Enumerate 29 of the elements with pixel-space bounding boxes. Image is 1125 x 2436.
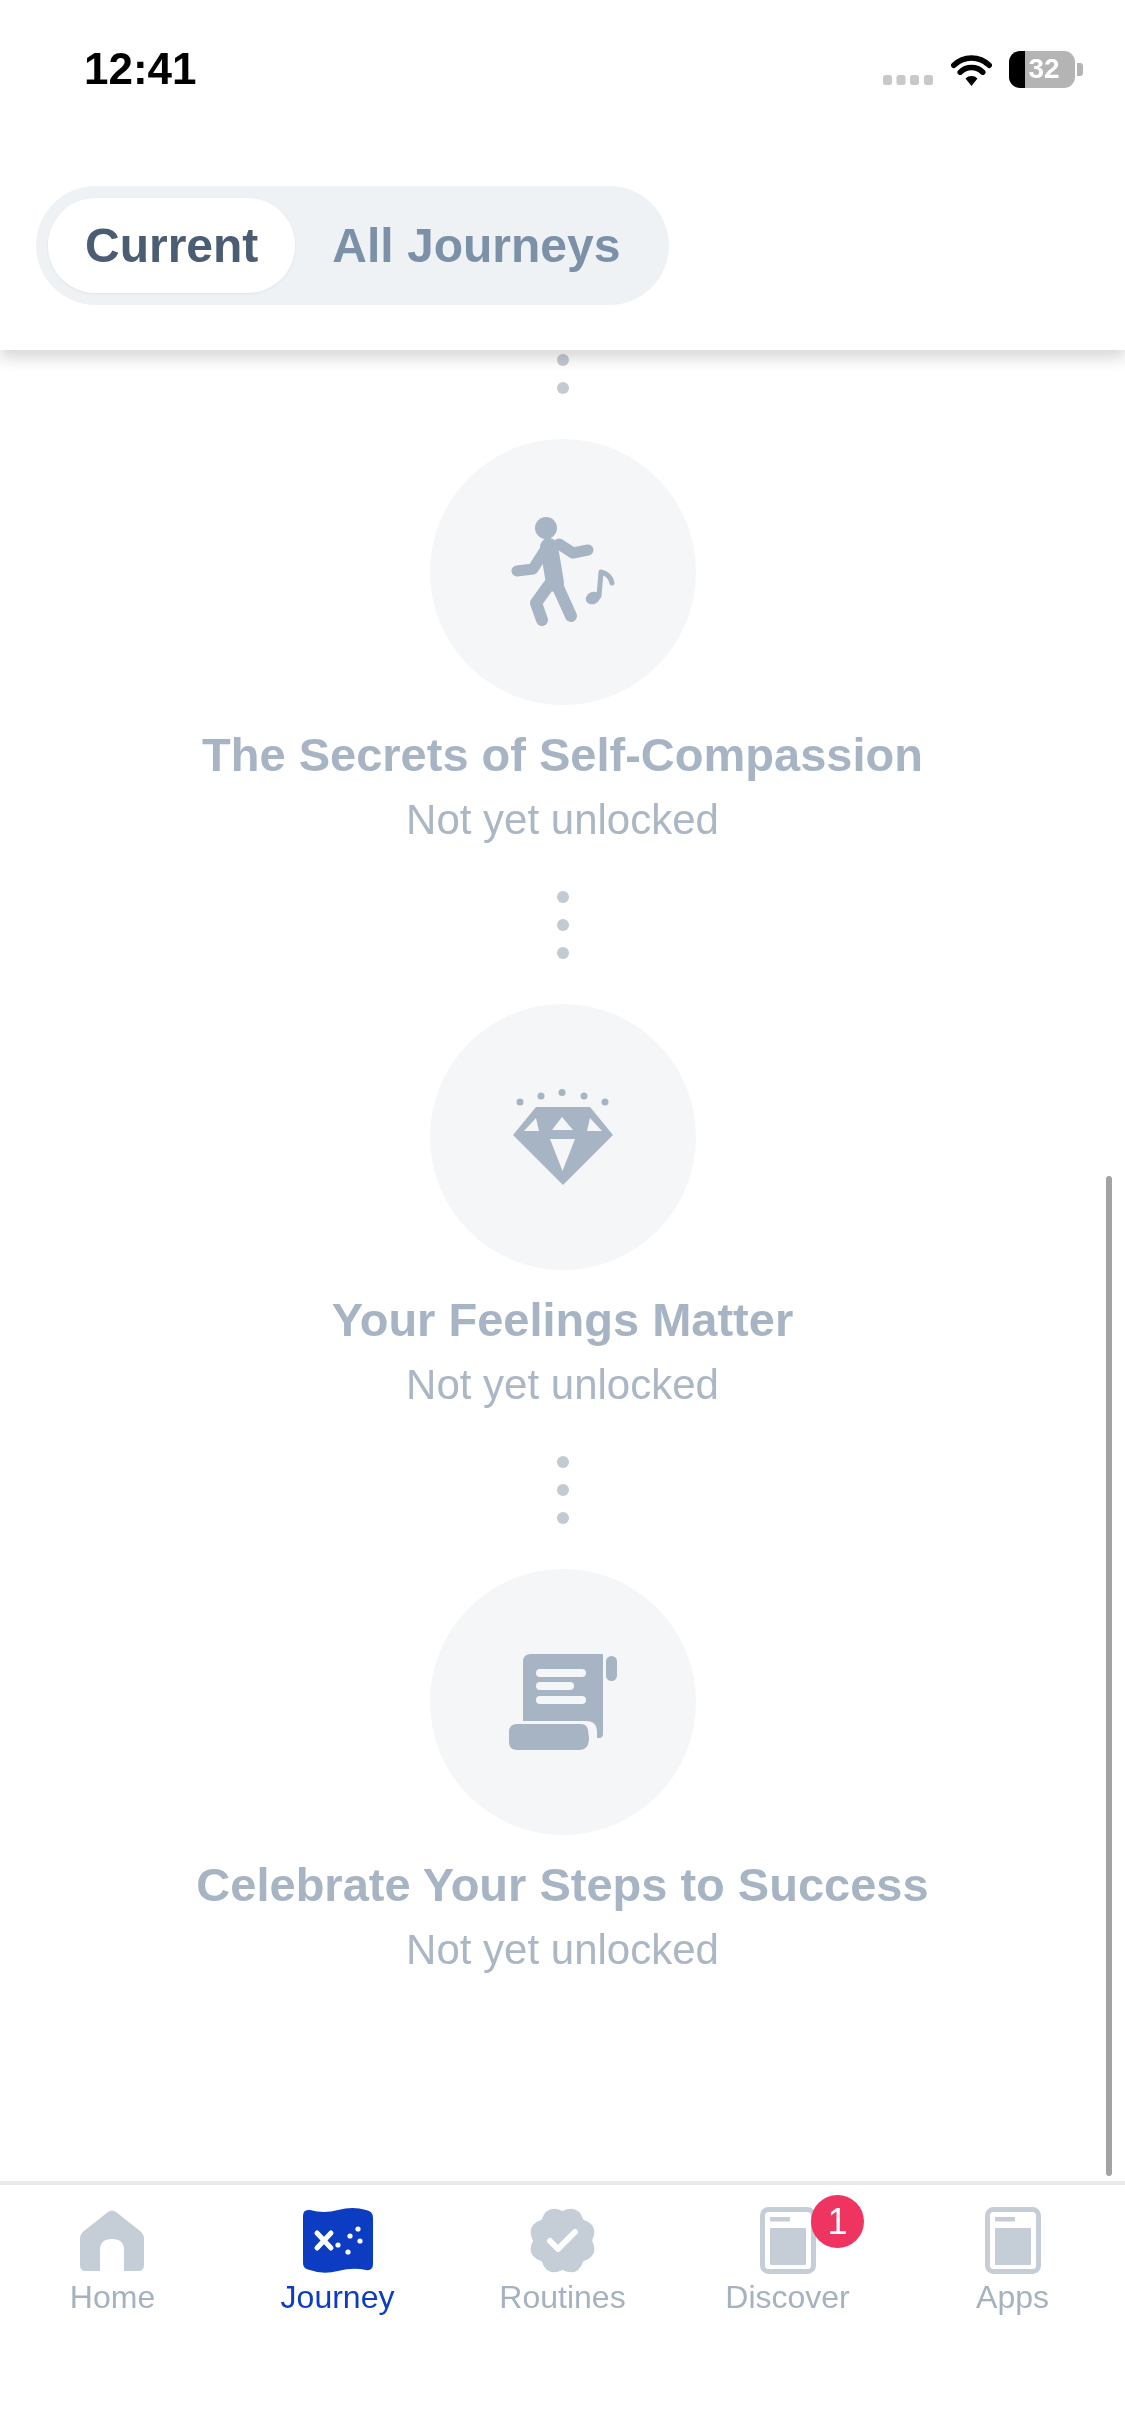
app-window-icon <box>984 2206 1041 2274</box>
dotted-connector <box>556 1456 569 1524</box>
battery-cap-icon <box>1077 62 1083 76</box>
battery-indicator: 32 <box>1009 50 1075 88</box>
tab-bar-item[interactable]: Home <box>63 2205 162 2317</box>
tab-bar-item[interactable]: Apps <box>970 2205 1055 2317</box>
signal-icon <box>883 75 933 85</box>
app-window-icon <box>759 2206 816 2274</box>
home-icon <box>80 2209 145 2271</box>
step-title: Celebrate Your Steps to Success <box>196 1857 929 1913</box>
step-status: Not yet unlocked <box>406 795 719 845</box>
map-icon <box>302 2206 373 2274</box>
step-title: The Secrets of Self-Compassion <box>202 727 923 783</box>
step-title: Your Feelings Matter <box>331 1292 794 1348</box>
dancing-figure-icon <box>510 517 615 627</box>
dotted-connector <box>556 354 569 394</box>
tab-bar-item[interactable]: Journey <box>274 2205 401 2317</box>
segment-tab[interactable]: All Journeys <box>295 198 658 293</box>
notification-badge: 1 <box>811 2195 864 2248</box>
dotted-connector <box>556 891 569 959</box>
step-status: Not yet unlocked <box>406 1360 719 1410</box>
scroll-icon <box>508 1654 617 1750</box>
diamond-icon <box>512 1089 613 1185</box>
check-badge-icon <box>529 2206 596 2274</box>
step-status: Not yet unlocked <box>406 1925 719 1975</box>
segment-tab[interactable]: Current <box>48 198 296 293</box>
tab-bar-item[interactable]: Routines <box>493 2205 632 2317</box>
wifi-icon <box>949 52 994 86</box>
status-time: 12:41 <box>84 47 197 91</box>
